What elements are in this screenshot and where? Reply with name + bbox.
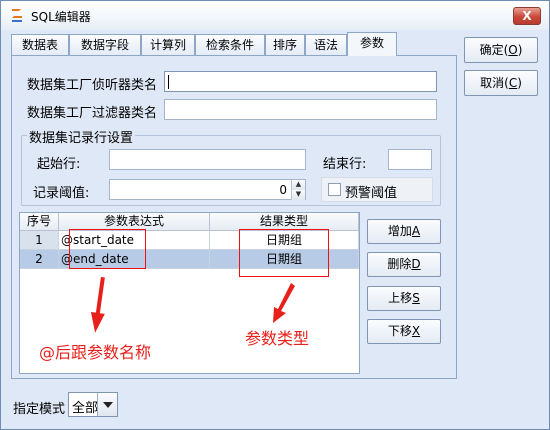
record-threshold-label: 记录阈值: xyxy=(33,186,90,201)
tab-parameters[interactable]: 参数 xyxy=(347,32,397,56)
sql-editor-window: SQL编辑器 X 数据表 数据字段 计算列 检索条件 排序 语法 参数 数据集工… xyxy=(0,0,550,430)
chevron-down-icon xyxy=(103,402,113,408)
filter-class-label: 数据集工厂过滤器类名 xyxy=(27,106,158,121)
warning-threshold-option[interactable]: 预警阈值 xyxy=(321,177,433,202)
expression-highlight-box xyxy=(69,229,146,269)
row-number: 2 xyxy=(20,250,59,269)
warning-threshold-checkbox[interactable] xyxy=(328,183,341,196)
spin-down-icon[interactable]: ▼ xyxy=(291,190,305,200)
type-highlight-box xyxy=(239,229,329,277)
mode-select[interactable]: 全部 xyxy=(68,392,118,417)
record-threshold-spinner[interactable]: 0 ▲ ▼ xyxy=(109,179,306,200)
tab-search-conditions[interactable]: 检索条件 xyxy=(195,34,265,56)
tab-computed-columns[interactable]: 计算列 xyxy=(141,34,195,56)
text-caret xyxy=(168,75,169,89)
param-name-annotation: @后跟参数名称 xyxy=(39,343,152,362)
move-up-button[interactable]: 上移S xyxy=(367,286,441,311)
annotation-arrow-icon xyxy=(273,283,295,323)
mode-value: 全部 xyxy=(72,401,99,416)
tab-data-table[interactable]: 数据表 xyxy=(11,34,69,56)
title-bar[interactable]: SQL编辑器 X xyxy=(1,1,549,30)
start-row-input[interactable] xyxy=(109,149,306,170)
end-row-input[interactable] xyxy=(388,149,432,170)
app-logo-icon xyxy=(12,9,22,22)
row-number: 1 xyxy=(20,231,59,250)
tab-sort[interactable]: 排序 xyxy=(265,34,305,56)
param-type-annotation: 参数类型 xyxy=(245,329,310,348)
move-down-button[interactable]: 下移X xyxy=(367,319,441,344)
add-button[interactable]: 增加A xyxy=(367,219,441,244)
cancel-button[interactable]: 取消(C) xyxy=(464,70,538,96)
close-icon: X xyxy=(522,9,532,23)
listener-class-label: 数据集工厂侦听器类名 xyxy=(27,78,158,93)
ok-button[interactable]: 确定(O) xyxy=(464,37,538,63)
record-settings-title: 数据集记录行设置 xyxy=(27,127,136,146)
dropdown-button[interactable] xyxy=(97,393,117,416)
start-row-label: 起始行: xyxy=(37,157,81,172)
end-row-label: 结束行: xyxy=(323,157,367,172)
listener-class-input[interactable] xyxy=(164,71,437,92)
annotation-arrow-icon xyxy=(90,277,105,333)
filter-class-input[interactable] xyxy=(164,99,437,120)
threshold-value: 0 xyxy=(279,183,287,197)
tab-data-fields[interactable]: 数据字段 xyxy=(69,34,141,56)
warning-threshold-label: 预警阈值 xyxy=(345,186,398,201)
mode-label: 指定模式 xyxy=(13,402,66,417)
spin-up-icon[interactable]: ▲ xyxy=(291,180,305,190)
window-title: SQL编辑器 xyxy=(31,10,91,24)
tab-syntax[interactable]: 语法 xyxy=(305,34,347,56)
column-header-no[interactable]: 序号 xyxy=(20,213,59,231)
close-button[interactable]: X xyxy=(513,7,541,25)
delete-button[interactable]: 删除D xyxy=(367,252,441,277)
